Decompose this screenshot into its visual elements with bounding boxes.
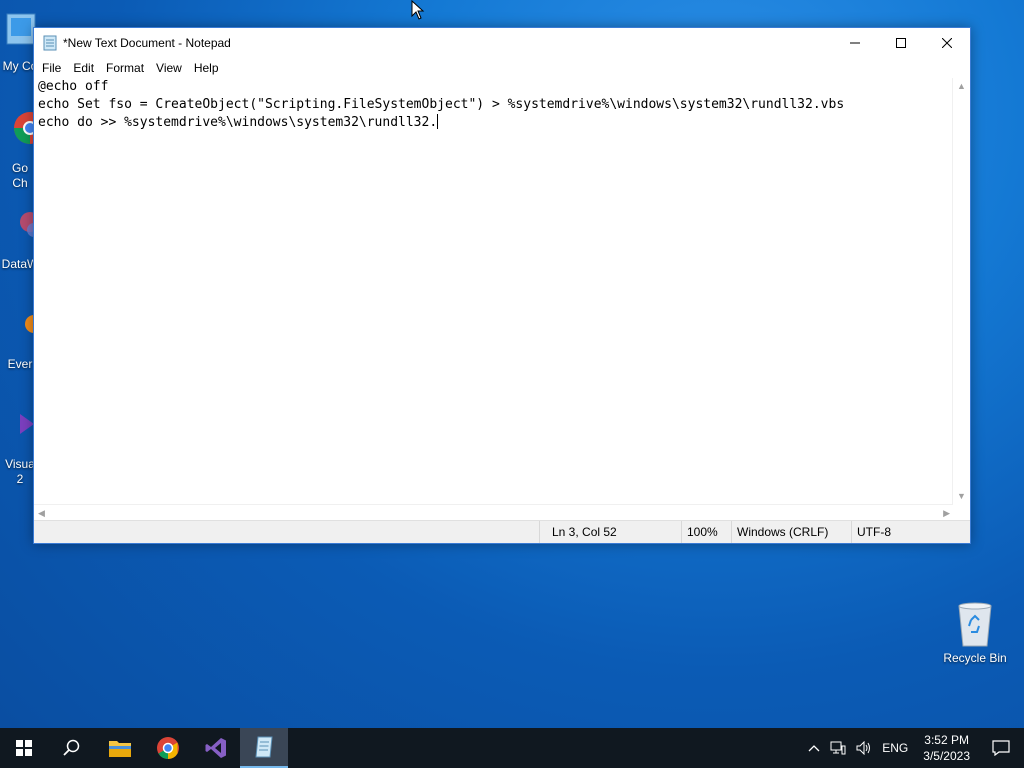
status-spacer <box>34 521 539 543</box>
search-button[interactable] <box>48 728 96 768</box>
notepad-app-icon <box>43 35 57 51</box>
desktop-icon-recycle-bin[interactable]: Recycle Bin <box>940 600 1010 665</box>
window-title: *New Text Document - Notepad <box>63 36 231 50</box>
scroll-left-icon[interactable]: ◀ <box>38 508 45 519</box>
scroll-up-icon[interactable]: ▲ <box>957 81 966 91</box>
menu-edit[interactable]: Edit <box>67 58 100 78</box>
clock[interactable]: 3:52 PM 3/5/2023 <box>913 732 980 764</box>
status-position: Ln 3, Col 52 <box>539 521 681 543</box>
editor-line-3-text: echo do >> %systemdrive%\windows\system3… <box>38 115 438 130</box>
folder-icon <box>109 741 131 757</box>
menu-help[interactable]: Help <box>188 58 225 78</box>
show-hidden-icons-button[interactable] <box>803 744 825 752</box>
menu-format[interactable]: Format <box>100 58 150 78</box>
text-editor[interactable]: @echo off echo Set fso = CreateObject("S… <box>34 78 954 504</box>
editor-line-3: echo do >> %systemdrive%\windows\system3… <box>34 114 954 132</box>
status-zoom: 100% <box>681 521 731 543</box>
taskbar-visual-studio[interactable] <box>192 728 240 768</box>
computer-icon <box>6 13 36 45</box>
visual-studio-icon <box>205 738 226 758</box>
editor-line-1: @echo off <box>38 79 109 94</box>
network-button[interactable] <box>825 741 851 755</box>
menu-file[interactable]: File <box>36 58 67 78</box>
editor-line-2: echo Set fso = CreateObject("Scripting.F… <box>38 97 845 112</box>
notification-icon <box>992 740 1010 756</box>
chrome-icon <box>157 737 179 759</box>
scrollbar-corner <box>953 504 970 521</box>
notepad-icon <box>255 736 273 758</box>
title-bar[interactable]: *New Text Document - Notepad <box>34 28 970 58</box>
close-button[interactable] <box>924 28 970 58</box>
scroll-right-icon[interactable]: ▶ <box>943 508 950 519</box>
status-line-ending: Windows (CRLF) <box>731 521 851 543</box>
action-center-button[interactable] <box>980 740 1024 756</box>
taskbar: ENG 3:52 PM 3/5/2023 <box>0 728 1024 768</box>
network-icon <box>830 741 846 755</box>
recycle-bin-icon <box>958 602 992 647</box>
minimize-icon <box>850 42 860 44</box>
speaker-icon <box>856 741 871 755</box>
maximize-icon <box>896 38 906 48</box>
recycle-bin-label: Recycle Bin <box>943 651 1007 665</box>
text-caret <box>437 114 439 129</box>
vertical-scrollbar[interactable]: ▲ ▼ <box>952 78 970 504</box>
clock-date: 3/5/2023 <box>923 749 970 763</box>
maximize-button[interactable] <box>878 28 924 58</box>
minimize-button[interactable] <box>832 28 878 58</box>
close-icon <box>942 38 952 48</box>
windows-logo-icon <box>16 740 32 756</box>
menu-bar: File Edit Format View Help <box>34 58 970 78</box>
search-icon <box>63 739 80 756</box>
notepad-window[interactable]: *New Text Document - Notepad File Edit F… <box>33 27 971 544</box>
menu-view[interactable]: View <box>150 58 188 78</box>
chevron-up-icon <box>808 745 820 752</box>
taskbar-chrome[interactable] <box>144 728 192 768</box>
taskbar-file-explorer[interactable] <box>96 728 144 768</box>
status-bar: Ln 3, Col 52 100% Windows (CRLF) UTF-8 <box>34 520 970 543</box>
clock-time: 3:52 PM <box>924 733 969 747</box>
taskbar-notepad[interactable] <box>240 728 288 768</box>
mouse-cursor-icon <box>411 0 425 20</box>
system-tray: ENG 3:52 PM 3/5/2023 <box>803 728 1024 768</box>
status-encoding: UTF-8 <box>851 521 970 543</box>
start-button[interactable] <box>0 728 48 768</box>
scroll-down-icon[interactable]: ▼ <box>957 491 966 501</box>
input-language-indicator[interactable]: ENG <box>877 741 913 755</box>
volume-button[interactable] <box>851 741 877 755</box>
